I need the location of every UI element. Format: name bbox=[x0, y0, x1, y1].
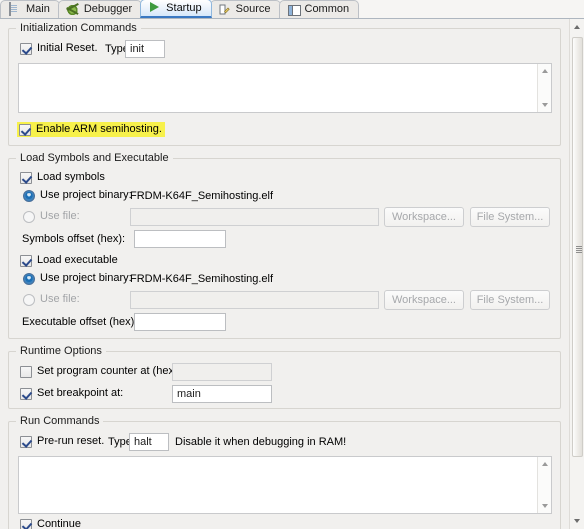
exec-filesystem-button[interactable]: File System... bbox=[470, 290, 550, 310]
exec-use-file-input[interactable] bbox=[130, 291, 379, 309]
load-symbols-checkbox[interactable] bbox=[20, 171, 32, 184]
tab-main[interactable]: Main bbox=[0, 0, 60, 18]
run-commands-legend: Run Commands bbox=[16, 415, 104, 427]
enable-arm-semihosting-row[interactable]: Enable ARM semihosting. bbox=[17, 122, 165, 137]
executable-offset-label: Executable offset (hex): bbox=[22, 316, 138, 328]
bug-icon bbox=[66, 3, 80, 17]
run-commands-textarea[interactable] bbox=[18, 456, 552, 514]
init-commands-scroll-down-icon[interactable] bbox=[538, 98, 552, 112]
exec-use-file-radio[interactable] bbox=[23, 293, 35, 306]
common-icon bbox=[287, 3, 301, 17]
symbols-use-file-row[interactable]: Use file: bbox=[23, 210, 80, 223]
continue-label: Continue bbox=[37, 518, 82, 529]
symbols-filesystem-button[interactable]: File System... bbox=[470, 207, 550, 227]
set-breakpoint-row[interactable]: Set breakpoint at: bbox=[20, 387, 123, 400]
init-commands-scrollbar[interactable] bbox=[537, 64, 551, 112]
symbols-use-project-binary-row[interactable]: Use project binary: bbox=[23, 189, 132, 202]
symbols-use-file-input[interactable] bbox=[130, 208, 379, 226]
set-breakpoint-input[interactable]: main bbox=[172, 385, 272, 403]
initialization-commands-legend: Initialization Commands bbox=[16, 22, 141, 34]
symbols-use-file-radio[interactable] bbox=[23, 210, 35, 223]
exec-use-project-binary-row[interactable]: Use project binary: bbox=[23, 272, 132, 285]
tab-debugger[interactable]: Debugger bbox=[57, 0, 143, 18]
symbols-use-project-binary-label: Use project binary: bbox=[40, 189, 132, 201]
initial-reset-label: Initial Reset. bbox=[37, 42, 98, 54]
load-executable-checkbox[interactable] bbox=[20, 254, 32, 267]
source-icon-svg bbox=[219, 4, 230, 14]
continue-row[interactable]: Continue bbox=[20, 518, 81, 529]
exec-offset-label-row: Executable offset (hex): bbox=[22, 316, 137, 329]
symbols-project-binary-value: FRDM-K64F_Semihosting.elf bbox=[130, 190, 274, 202]
panel-vertical-scrollbar[interactable] bbox=[569, 19, 584, 529]
set-program-counter-checkbox[interactable] bbox=[20, 365, 32, 378]
run-commands-scrollbar[interactable] bbox=[537, 457, 551, 513]
tab-debugger-label: Debugger bbox=[83, 3, 133, 15]
scrollbar-thumb[interactable] bbox=[572, 37, 583, 457]
ram-warning-row: Disable it when debugging in RAM! bbox=[175, 436, 346, 449]
prerun-reset-checkbox[interactable] bbox=[20, 435, 32, 448]
tab-common[interactable]: Common bbox=[278, 0, 360, 18]
executable-offset-input[interactable] bbox=[134, 313, 226, 331]
continue-checkbox[interactable] bbox=[20, 518, 32, 529]
load-symbols-executable-legend: Load Symbols and Executable bbox=[16, 152, 173, 164]
play-icon bbox=[148, 1, 162, 15]
exec-use-file-row[interactable]: Use file: bbox=[23, 293, 80, 306]
tab-main-label: Main bbox=[26, 3, 50, 15]
tab-startup-label: Startup bbox=[166, 1, 202, 14]
tab-source-label: Source bbox=[235, 3, 271, 15]
semihosting-highlight: Enable ARM semihosting. bbox=[17, 122, 165, 137]
startup-scroll-content: Initialization Commands Initial Reset. T… bbox=[0, 19, 569, 529]
symbols-offset-label-row: Symbols offset (hex): bbox=[22, 233, 125, 246]
prerun-reset-row[interactable]: Pre-run reset. bbox=[20, 435, 104, 448]
initial-reset-row[interactable]: Initial Reset. bbox=[20, 42, 98, 55]
startup-tab-panel: Main Debugger Startup Source Common Init… bbox=[0, 0, 584, 529]
tab-startup[interactable]: Startup bbox=[140, 0, 212, 18]
enable-arm-semihosting-label: Enable ARM semihosting. bbox=[36, 123, 162, 135]
run-type-input[interactable]: halt bbox=[129, 433, 169, 451]
symbols-offset-input[interactable] bbox=[134, 230, 226, 248]
exec-use-project-binary-radio[interactable] bbox=[23, 272, 35, 285]
load-executable-label: Load executable bbox=[37, 254, 118, 266]
runtime-options-legend: Runtime Options bbox=[16, 345, 106, 357]
initial-reset-checkbox[interactable] bbox=[20, 42, 32, 55]
exec-use-project-binary-label: Use project binary: bbox=[40, 272, 132, 284]
load-executable-row[interactable]: Load executable bbox=[20, 254, 118, 267]
exec-use-file-label: Use file: bbox=[40, 293, 80, 305]
scrollbar-grip-icon bbox=[576, 246, 582, 253]
exec-project-binary-value-row: FRDM-K64F_Semihosting.elf bbox=[130, 273, 273, 286]
tab-common-label: Common bbox=[304, 3, 350, 15]
init-type-input[interactable]: init bbox=[125, 40, 165, 58]
load-symbols-label: Load symbols bbox=[37, 171, 105, 183]
set-breakpoint-checkbox[interactable] bbox=[20, 387, 32, 400]
source-icon bbox=[218, 3, 232, 17]
symbols-project-binary-value-row: FRDM-K64F_Semihosting.elf bbox=[130, 190, 273, 203]
scroll-up-arrow-icon[interactable] bbox=[570, 19, 584, 35]
enable-arm-semihosting-checkbox[interactable] bbox=[19, 123, 31, 136]
document-icon bbox=[8, 1, 22, 17]
initialization-commands-textarea[interactable] bbox=[18, 63, 552, 113]
set-breakpoint-label: Set breakpoint at: bbox=[37, 387, 124, 399]
tab-source[interactable]: Source bbox=[209, 0, 281, 18]
set-program-counter-label: Set program counter at (hex): bbox=[37, 365, 181, 377]
symbols-use-project-binary-radio[interactable] bbox=[23, 189, 35, 202]
symbols-offset-label: Symbols offset (hex): bbox=[22, 233, 126, 245]
prerun-reset-label: Pre-run reset. bbox=[37, 435, 105, 447]
symbols-use-file-label: Use file: bbox=[40, 210, 80, 222]
runtime-options-group: Runtime Options bbox=[8, 345, 561, 409]
symbols-workspace-button[interactable]: Workspace... bbox=[384, 207, 464, 227]
scroll-down-arrow-icon[interactable] bbox=[570, 513, 584, 529]
run-commands-scroll-up-icon[interactable] bbox=[538, 457, 552, 471]
load-symbols-row[interactable]: Load symbols bbox=[20, 171, 105, 184]
run-commands-scroll-down-icon[interactable] bbox=[538, 499, 552, 513]
ram-warning-label: Disable it when debugging in RAM! bbox=[175, 436, 347, 448]
load-symbols-executable-group: Load Symbols and Executable bbox=[8, 152, 561, 339]
set-program-counter-input[interactable] bbox=[172, 363, 272, 381]
exec-workspace-button[interactable]: Workspace... bbox=[384, 290, 464, 310]
init-commands-scroll-up-icon[interactable] bbox=[538, 64, 552, 78]
exec-project-binary-value: FRDM-K64F_Semihosting.elf bbox=[130, 273, 274, 285]
launch-config-tabbar: Main Debugger Startup Source Common bbox=[0, 0, 584, 19]
set-program-counter-row[interactable]: Set program counter at (hex): bbox=[20, 365, 181, 378]
